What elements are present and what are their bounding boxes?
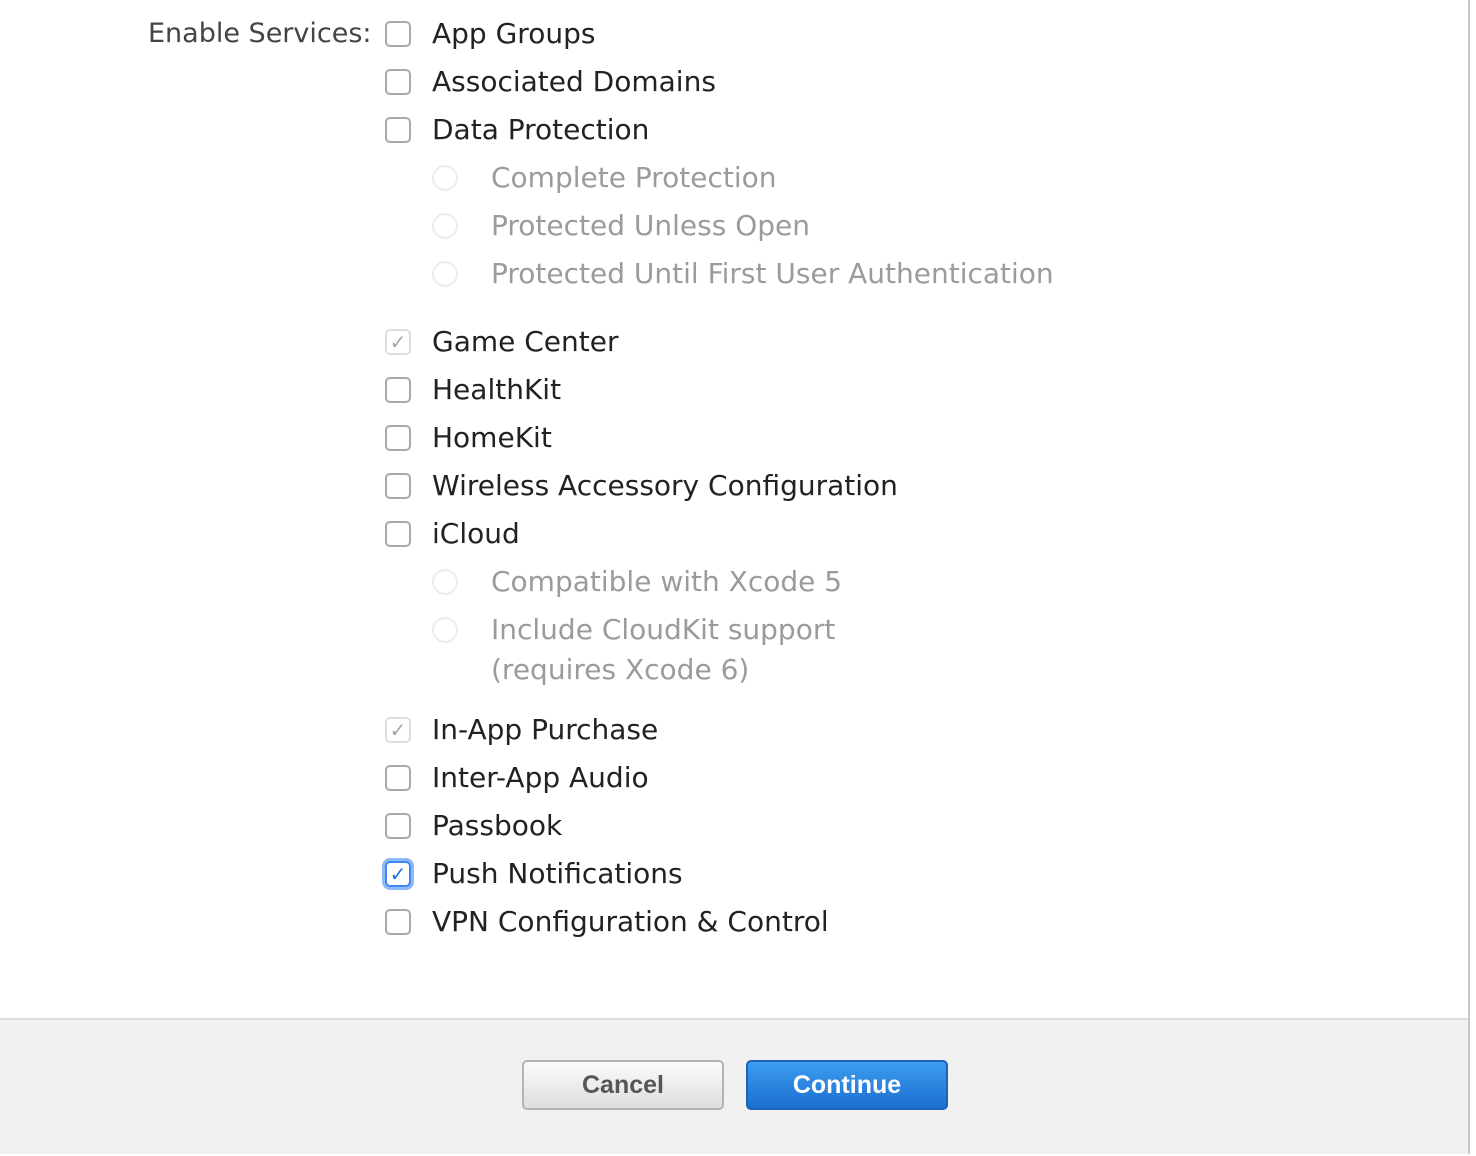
protected-unless-open-label: Protected Unless Open <box>491 209 811 242</box>
service-inter-app-audio[interactable]: Inter-App Audio <box>0 758 1000 798</box>
form-footer <box>0 1018 1468 1154</box>
checkmark-icon: ✓ <box>389 862 407 886</box>
inter-app-audio-label: Inter-App Audio <box>432 761 649 794</box>
in-app-purchase-checkbox[interactable]: ✓ <box>385 717 411 743</box>
service-homekit[interactable]: HomeKit <box>0 418 1000 458</box>
service-app-groups[interactable]: App Groups <box>0 14 1000 54</box>
vpn-configuration-checkbox[interactable] <box>385 909 411 935</box>
game-center-checkbox[interactable]: ✓ <box>385 329 411 355</box>
push-notifications-label: Push Notifications <box>432 857 683 890</box>
service-icloud[interactable]: iCloud <box>0 514 1000 554</box>
wireless-accessory-label: Wireless Accessory Configuration <box>432 469 898 502</box>
healthkit-checkbox[interactable] <box>385 377 411 403</box>
game-center-label: Game Center <box>432 325 619 358</box>
icloud-label: iCloud <box>432 517 520 550</box>
icloud-checkbox[interactable] <box>385 521 411 547</box>
service-wireless-accessory[interactable]: Wireless Accessory Configuration <box>0 466 1000 506</box>
cancel-button[interactable]: Cancel <box>522 1060 724 1110</box>
in-app-purchase-label: In-App Purchase <box>432 713 659 746</box>
protected-until-first-auth-label: Protected Until First User Authenticatio… <box>491 257 1054 290</box>
passbook-label: Passbook <box>432 809 563 842</box>
service-push-notifications[interactable]: ✓ Push Notifications <box>0 854 1000 894</box>
data-protection-checkbox[interactable] <box>385 117 411 143</box>
protected-unless-open-radio[interactable] <box>432 213 458 239</box>
push-notifications-checkbox[interactable]: ✓ <box>385 861 411 887</box>
service-vpn-configuration[interactable]: VPN Configuration & Control <box>0 902 1000 942</box>
include-cloudkit-label: Include CloudKit support <box>491 613 836 646</box>
service-game-center[interactable]: ✓ Game Center <box>0 322 1000 362</box>
wireless-accessory-checkbox[interactable] <box>385 473 411 499</box>
inter-app-audio-checkbox[interactable] <box>385 765 411 791</box>
checkmark-icon: ✓ <box>389 718 407 742</box>
compatible-xcode5-label: Compatible with Xcode 5 <box>491 565 843 598</box>
data-protection-label: Data Protection <box>432 113 650 146</box>
associated-domains-label: Associated Domains <box>432 65 716 98</box>
app-groups-label: App Groups <box>432 17 596 50</box>
service-data-protection[interactable]: Data Protection <box>0 110 1000 150</box>
service-healthkit[interactable]: HealthKit <box>0 370 1000 410</box>
include-cloudkit-radio[interactable] <box>432 617 458 643</box>
services-panel: Enable Services: App Groups Associated D… <box>0 0 1470 1154</box>
compatible-xcode5-radio[interactable] <box>432 569 458 595</box>
service-associated-domains[interactable]: Associated Domains <box>0 62 1000 102</box>
passbook-checkbox[interactable] <box>385 813 411 839</box>
homekit-checkbox[interactable] <box>385 425 411 451</box>
associated-domains-checkbox[interactable] <box>385 69 411 95</box>
requires-xcode6-note: (requires Xcode 6) <box>491 653 750 686</box>
checkmark-icon: ✓ <box>389 330 407 354</box>
healthkit-label: HealthKit <box>432 373 562 406</box>
protected-until-first-auth-radio[interactable] <box>432 261 458 287</box>
vpn-configuration-label: VPN Configuration & Control <box>432 905 829 938</box>
service-in-app-purchase[interactable]: ✓ In-App Purchase <box>0 710 1000 750</box>
service-passbook[interactable]: Passbook <box>0 806 1000 846</box>
complete-protection-radio[interactable] <box>432 165 458 191</box>
homekit-label: HomeKit <box>432 421 552 454</box>
complete-protection-label: Complete Protection <box>491 161 777 194</box>
continue-button[interactable]: Continue <box>746 1060 948 1110</box>
app-groups-checkbox[interactable] <box>385 21 411 47</box>
